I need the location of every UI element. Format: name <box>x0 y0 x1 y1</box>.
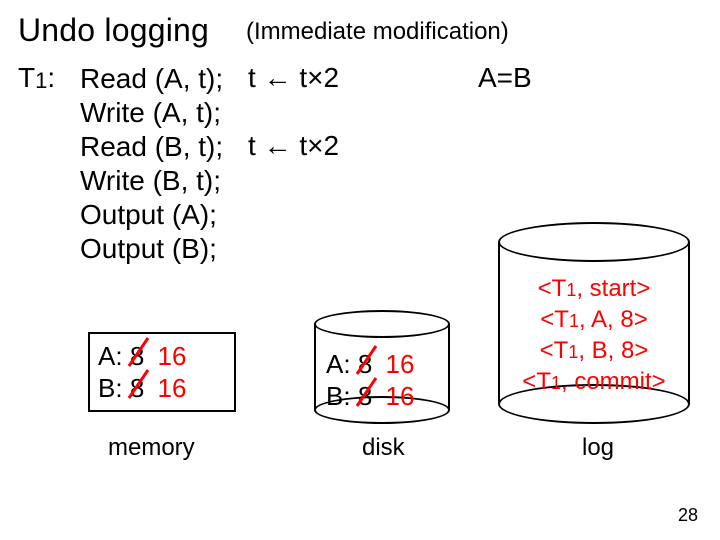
log-l4-b: 1 <box>551 373 561 393</box>
disk-a-new: 16 <box>386 349 415 379</box>
disk-b-old: 8 <box>358 381 372 411</box>
disk-a-old: 8 <box>358 349 372 379</box>
log-l4-a: <T <box>522 368 551 395</box>
memory-a-label: A: <box>98 341 123 371</box>
memory-a-new: 16 <box>158 341 187 371</box>
transaction-label: T1: <box>18 62 55 94</box>
log-l1-b: 1 <box>566 280 576 300</box>
log-l4-c: , commit> <box>561 368 666 395</box>
memory-b-old: 8 <box>130 373 144 403</box>
log-l2-b: 1 <box>569 311 579 331</box>
memory-a-old-wrap: 8 <box>130 340 144 372</box>
memory-row-a: A: 8 16 <box>98 340 226 372</box>
code-line-3: Read (B, t); <box>80 130 223 164</box>
page-number: 28 <box>678 505 698 526</box>
memory-b-label: B: <box>98 373 123 403</box>
disk-b-label: B: <box>326 381 351 411</box>
log-l2-c: , A, 8> <box>579 306 648 333</box>
slide-subtitle: (Immediate modification) <box>246 18 509 46</box>
disk-contents: A: 8 16 B: 8 16 <box>326 348 414 412</box>
disk-b-old-wrap: 8 <box>358 380 372 412</box>
memory-caption: memory <box>108 434 195 462</box>
disk-a-old-wrap: 8 <box>358 348 372 380</box>
code-line-6: Output (B); <box>80 232 223 266</box>
memory-b-new: 16 <box>158 373 187 403</box>
tx-prefix: T <box>18 62 35 93</box>
log-l3-a: <T <box>540 337 569 364</box>
tx-suffix: : <box>47 62 55 93</box>
log-l1-a: <T <box>538 275 567 302</box>
slide-title: Undo logging <box>18 12 209 49</box>
log-line-3: <T1, B, 8> <box>502 336 686 367</box>
disk-a-label: A: <box>326 349 351 379</box>
code-line-4: Write (B, t); <box>80 164 223 198</box>
log-contents: <T1, start> <T1, A, 8> <T1, B, 8> <T1, c… <box>502 274 686 398</box>
code-line-5: Output (A); <box>80 198 223 232</box>
tx-sub: 1 <box>35 68 47 93</box>
code-line-2: Write (A, t); <box>80 96 223 130</box>
assignment-2: t ← t×2 <box>248 130 339 162</box>
code-line-1: Read (A, t); <box>80 62 223 96</box>
memory-a-old: 8 <box>130 341 144 371</box>
cylinder-top <box>498 222 690 262</box>
log-line-2: <T1, A, 8> <box>502 305 686 336</box>
log-caption: log <box>582 434 614 462</box>
log-l3-c: , B, 8> <box>578 337 648 364</box>
log-l2-a: <T <box>540 306 569 333</box>
log-l1-c: , start> <box>576 275 650 302</box>
disk-row-a: A: 8 16 <box>326 348 414 380</box>
assignment-1: t ← t×2 <box>248 62 339 94</box>
cylinder-top <box>314 310 450 338</box>
log-l3-b: 1 <box>568 342 578 362</box>
memory-b-old-wrap: 8 <box>130 372 144 404</box>
slide: Undo logging (Immediate modification) T1… <box>0 0 720 540</box>
precondition: A=B <box>478 62 532 94</box>
log-line-4: <T1, commit> <box>502 367 686 398</box>
disk-caption: disk <box>362 434 405 462</box>
disk-b-new: 16 <box>386 381 415 411</box>
memory-box: A: 8 16 B: 8 16 <box>88 332 236 412</box>
disk-row-b: B: 8 16 <box>326 380 414 412</box>
log-line-1: <T1, start> <box>502 274 686 305</box>
transaction-code: Read (A, t); Write (A, t); Read (B, t); … <box>80 62 223 266</box>
memory-row-b: B: 8 16 <box>98 372 226 404</box>
